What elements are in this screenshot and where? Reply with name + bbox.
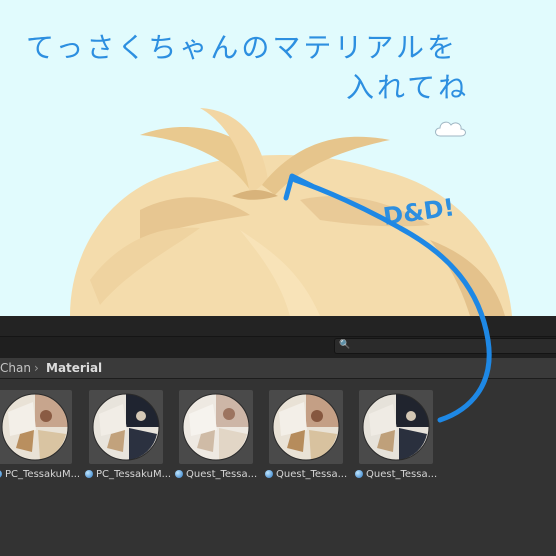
breadcrumb-item-chan[interactable]: Chan — [0, 358, 31, 378]
chevron-right-icon: › — [34, 361, 39, 375]
asset-name: Quest_Tessa... — [366, 469, 438, 480]
asset-material-1[interactable]: PC_TessakuM... — [0, 390, 80, 486]
project-toolbar — [0, 316, 556, 337]
search-input[interactable]: 🔍 — [334, 338, 556, 354]
instruction-line-1: てっさくちゃんのマテリアルを — [26, 31, 459, 64]
material-thumbnail — [359, 390, 433, 464]
cloud-icon — [435, 121, 466, 137]
asset-material-5[interactable]: Quest_Tessa... — [355, 390, 438, 486]
material-thumbnail — [89, 390, 163, 464]
material-thumbnail — [269, 390, 343, 464]
asset-material-4[interactable]: Quest_Tessa... — [265, 390, 348, 486]
material-icon — [0, 470, 2, 478]
material-thumbnail — [0, 390, 72, 464]
material-thumbnail — [179, 390, 253, 464]
material-icon — [355, 470, 363, 478]
breadcrumb: Chan › Material — [0, 358, 556, 379]
asset-material-2[interactable]: PC_TessakuM... — [85, 390, 171, 486]
asset-name: Quest_Tessa... — [276, 469, 348, 480]
asset-name: PC_TessakuM... — [5, 469, 81, 480]
instruction-line-2: 入れてね — [346, 71, 470, 104]
material-icon — [265, 470, 273, 478]
material-icon — [175, 470, 183, 478]
scene-viewport[interactable]: てっさくちゃんのマテリアルを 入れてね D&D! — [0, 0, 556, 316]
search-icon: 🔍 — [339, 340, 351, 350]
breadcrumb-item-material[interactable]: Material — [46, 358, 102, 378]
asset-material-3[interactable]: Quest_Tessa... — [175, 390, 258, 486]
material-icon — [85, 470, 93, 478]
asset-name: Quest_Tessa... — [186, 469, 258, 480]
asset-name: PC_TessakuM... — [96, 469, 172, 480]
